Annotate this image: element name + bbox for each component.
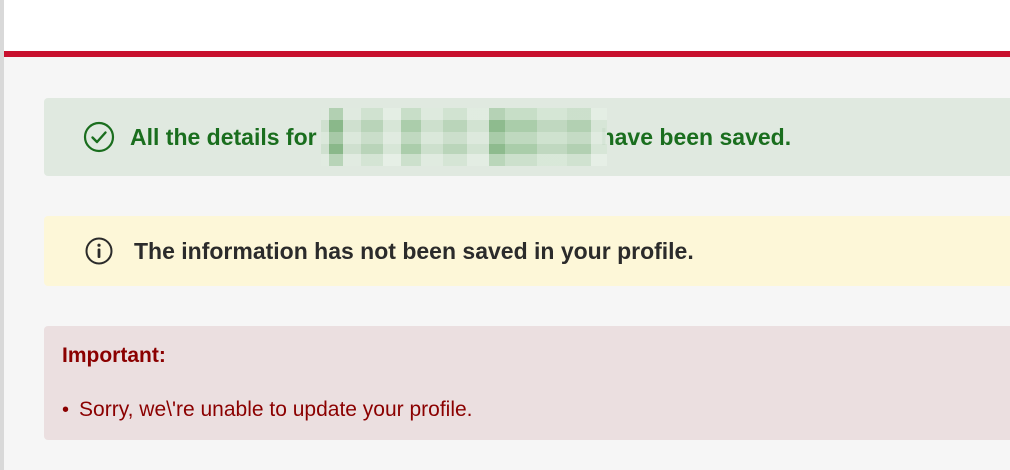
info-circle-icon — [82, 234, 116, 268]
success-message: All the details for have been saved. — [130, 108, 791, 166]
header-accent-bar — [4, 51, 1010, 57]
error-list-item: • Sorry, we\'re unable to update your pr… — [62, 398, 473, 422]
warning-message: The information has not been saved in yo… — [134, 237, 694, 264]
error-title: Important: — [62, 344, 166, 367]
warning-alert: The information has not been saved in yo… — [44, 216, 1010, 286]
bullet-icon: • — [62, 398, 70, 421]
redacted-name — [320, 108, 607, 166]
check-circle-icon — [82, 120, 116, 154]
page-header — [4, 0, 1010, 51]
error-list: • Sorry, we\'re unable to update your pr… — [62, 398, 473, 422]
error-item-text: Sorry, we\'re unable to update your prof… — [79, 398, 473, 421]
success-text-after: have been saved. — [600, 123, 792, 150]
error-alert: Important: • Sorry, we\'re unable to upd… — [44, 326, 1010, 440]
left-border — [0, 0, 4, 470]
success-alert: All the details for have been saved. — [44, 98, 1010, 176]
success-text-before: All the details for — [130, 123, 317, 150]
